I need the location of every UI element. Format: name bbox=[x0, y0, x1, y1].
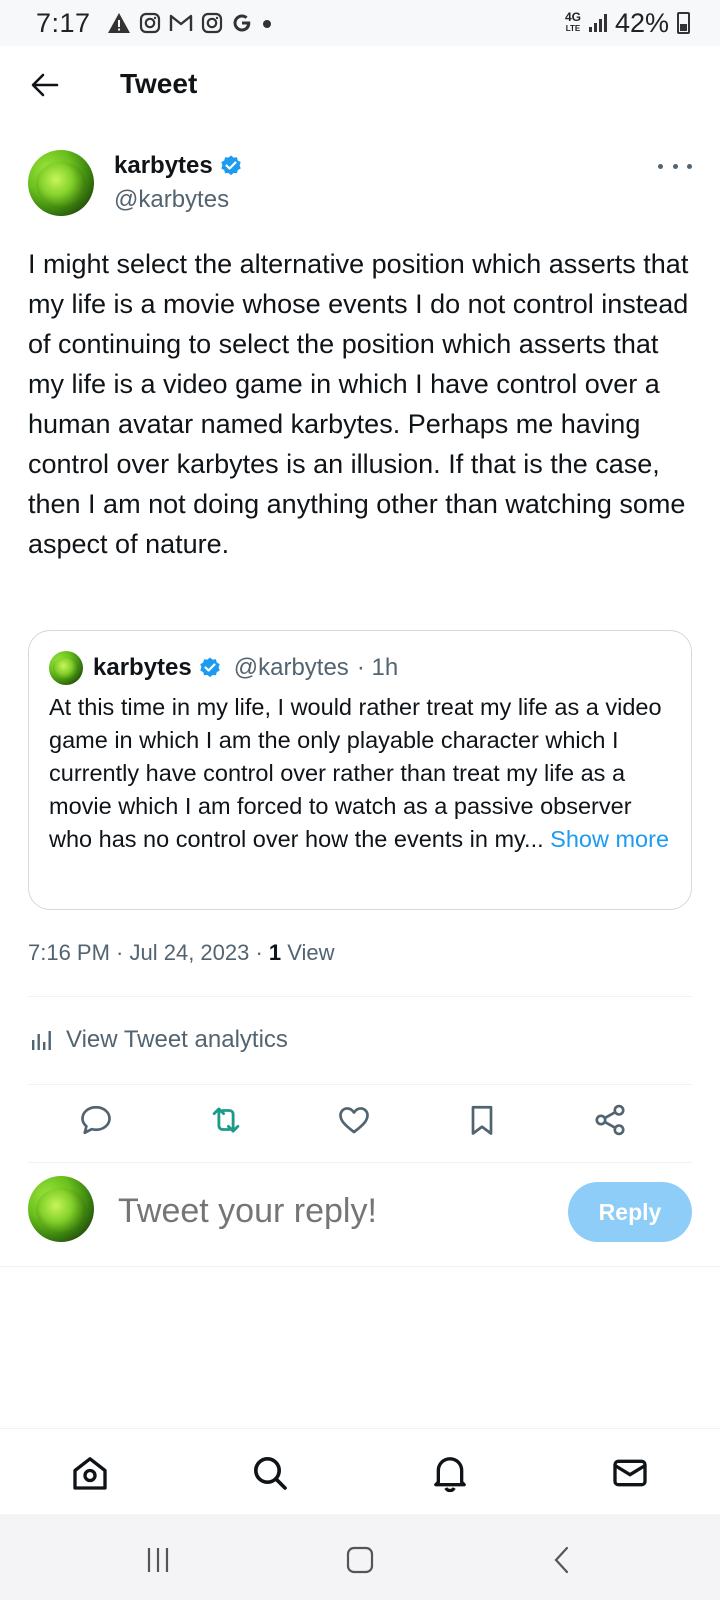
author-name: karbytes bbox=[114, 152, 213, 179]
more-dot-icon bbox=[658, 163, 663, 169]
reply-button[interactable] bbox=[76, 1100, 116, 1140]
nav-messages[interactable] bbox=[608, 1451, 652, 1495]
divider bbox=[28, 996, 692, 997]
recent-apps-icon bbox=[147, 1548, 169, 1572]
view-analytics-button[interactable]: View Tweet analytics bbox=[30, 1026, 288, 1054]
quoted-time: · 1h bbox=[356, 654, 399, 681]
back-button[interactable] bbox=[28, 68, 62, 102]
tweet-meta: 7:16 PM · Jul 24, 2023 · 1 View bbox=[28, 940, 335, 966]
verified-badge-icon bbox=[200, 657, 220, 678]
tweet-author: karbytes @karbytes bbox=[28, 150, 692, 220]
instagram-icon bbox=[139, 12, 160, 34]
network-type-icon: 4G LTE bbox=[564, 10, 581, 33]
tweet-actions bbox=[28, 1100, 692, 1150]
like-icon bbox=[339, 1107, 369, 1134]
divider bbox=[28, 1162, 692, 1163]
nav-home[interactable] bbox=[68, 1451, 112, 1495]
quoted-tweet-header: karbytes @karbytes · 1h bbox=[49, 651, 398, 685]
more-dot-icon bbox=[672, 163, 678, 169]
status-time: 7:17 bbox=[36, 7, 91, 38]
more-options-button[interactable] bbox=[658, 156, 692, 176]
warning-icon bbox=[107, 13, 130, 33]
retweet-button[interactable] bbox=[206, 1100, 246, 1140]
nav-search[interactable] bbox=[248, 1451, 292, 1495]
quoted-author-handle: @karbytes bbox=[233, 654, 349, 681]
notifications-icon bbox=[434, 1457, 466, 1493]
share-icon bbox=[595, 1104, 625, 1136]
battery-icon bbox=[677, 12, 690, 34]
recent-apps-button[interactable] bbox=[138, 1542, 178, 1578]
gmail-icon bbox=[169, 14, 192, 31]
retweet-icon bbox=[212, 1107, 240, 1133]
dot-icon bbox=[262, 20, 271, 28]
reply-input[interactable] bbox=[118, 1192, 538, 1231]
verified-badge-icon bbox=[221, 155, 241, 176]
bookmark-icon bbox=[471, 1105, 493, 1135]
home-icon bbox=[73, 1457, 107, 1490]
divider bbox=[0, 1266, 720, 1267]
quoted-tweet[interactable]: karbytes @karbytes · 1h At this time in … bbox=[28, 630, 692, 910]
reply-composer: Reply bbox=[28, 1176, 692, 1244]
tweet-timestamp: 7:16 PM · Jul 24, 2023 · bbox=[28, 940, 269, 965]
status-bar: 7:17 4G LTE 42% bbox=[0, 0, 720, 46]
instagram-icon bbox=[201, 12, 222, 34]
google-icon bbox=[233, 14, 250, 32]
messages-icon bbox=[613, 1459, 647, 1487]
system-nav-bar bbox=[0, 1514, 720, 1600]
divider bbox=[28, 1084, 692, 1085]
search-icon bbox=[254, 1457, 287, 1490]
chevron-left-icon bbox=[554, 1546, 569, 1574]
page-title: Tweet bbox=[120, 68, 198, 99]
view-label: View bbox=[281, 940, 335, 965]
avatar[interactable] bbox=[28, 150, 94, 216]
reply-icon bbox=[81, 1105, 111, 1135]
bookmark-button[interactable] bbox=[462, 1100, 502, 1140]
nav-notifications[interactable] bbox=[428, 1451, 472, 1495]
battery-percent: 42% bbox=[614, 7, 669, 38]
author-name-row[interactable]: karbytes bbox=[114, 152, 243, 180]
quoted-tweet-text: At this time in my life, I would rather … bbox=[49, 691, 673, 856]
share-button[interactable] bbox=[590, 1100, 630, 1140]
top-bar: Tweet bbox=[0, 46, 720, 128]
analytics-icon bbox=[32, 1031, 51, 1050]
more-dot-icon bbox=[687, 163, 692, 169]
signal-icon bbox=[588, 14, 607, 32]
home-square-icon bbox=[346, 1546, 374, 1574]
like-button[interactable] bbox=[334, 1100, 374, 1140]
arrow-left-icon bbox=[31, 73, 59, 97]
analytics-label: View Tweet analytics bbox=[66, 1026, 288, 1053]
bottom-nav bbox=[0, 1428, 720, 1514]
home-system-button[interactable] bbox=[340, 1542, 380, 1578]
view-count: 1 bbox=[268, 940, 282, 965]
tweet-text: I might select the alternative position … bbox=[28, 249, 689, 559]
author-handle[interactable]: @karbytes bbox=[114, 186, 229, 214]
show-more-link[interactable]: Show more bbox=[550, 826, 669, 852]
back-system-button[interactable] bbox=[542, 1542, 582, 1578]
quoted-avatar bbox=[49, 651, 83, 685]
reply-submit-button[interactable]: Reply bbox=[568, 1182, 692, 1242]
quoted-author-name: karbytes bbox=[93, 654, 192, 681]
avatar bbox=[28, 1176, 94, 1242]
